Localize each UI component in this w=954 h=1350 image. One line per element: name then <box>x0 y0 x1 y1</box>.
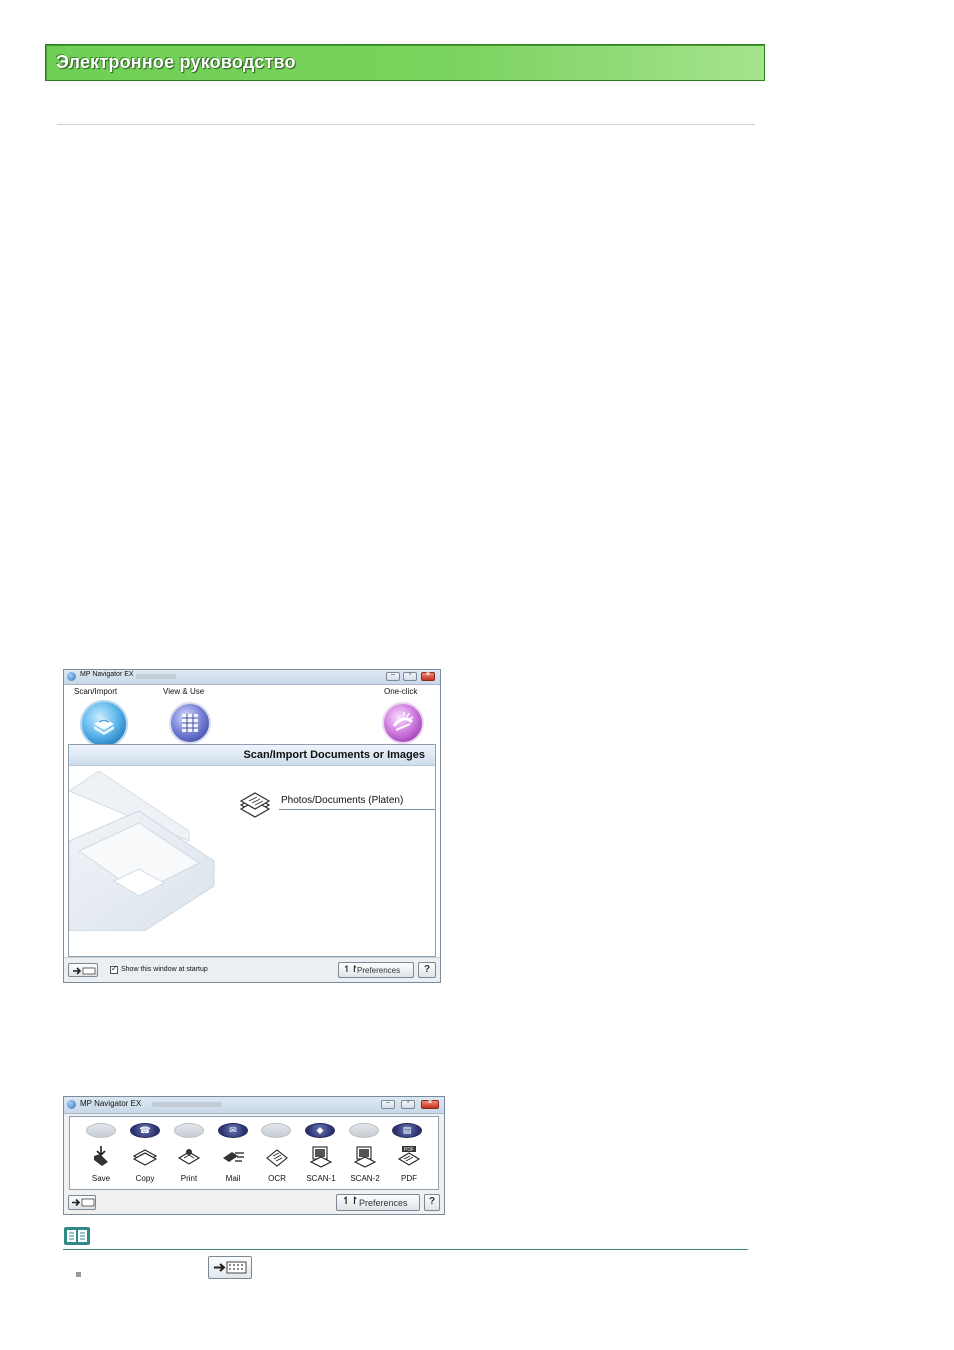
window-titlebar[interactable]: MP Navigator EX – ▫ × <box>64 670 440 685</box>
window-bottom-bar: ↿↾ Preferences ? <box>64 1192 444 1214</box>
panel-header: Scan/Import Documents or Images <box>69 745 435 766</box>
mail-icon[interactable] <box>220 1144 246 1168</box>
preferences-button[interactable]: ↿↾ Preferences <box>336 1194 420 1211</box>
help-button[interactable]: ? <box>418 962 436 978</box>
maximize-button[interactable]: ▫ <box>401 1099 415 1109</box>
fn-label-ocr: OCR <box>268 1174 286 1183</box>
arrow-keyboard-icon <box>214 1261 247 1274</box>
tab-view-use[interactable]: View & Use <box>163 687 204 696</box>
window-titlebar[interactable]: MP Navigator EX – ▫ × <box>64 1097 444 1114</box>
tab-scan-import[interactable]: Scan/Import <box>74 687 117 696</box>
window-title: MP Navigator EX <box>80 1099 142 1108</box>
photos-documents-link[interactable]: Photos/Documents (Platen) <box>281 795 403 806</box>
page-title: Электронное руководство <box>56 52 296 72</box>
fn-label-scan1: SCAN-1 <box>306 1174 336 1183</box>
mail-indicator-icon: ✉ <box>218 1123 248 1138</box>
save-icon[interactable] <box>88 1144 114 1168</box>
scan1-icon[interactable] <box>308 1144 334 1168</box>
window-bottom-bar: ✓ Show this window at startup ↿↾ Prefere… <box>64 957 440 982</box>
note-book-icon <box>64 1227 90 1245</box>
startup-checkbox[interactable]: ✓ <box>110 964 118 974</box>
fn-label-mail: Mail <box>225 1174 241 1183</box>
item-underline <box>279 809 435 810</box>
help-button[interactable]: ? <box>424 1194 440 1211</box>
header-banner: Электронное руководство <box>45 44 765 81</box>
scanner-illustration <box>69 771 215 931</box>
copy-indicator-icon: ☎ <box>130 1123 160 1138</box>
arrow-keyboard-icon <box>72 1198 95 1207</box>
scan2-icon[interactable] <box>352 1144 378 1168</box>
status-indicator <box>174 1123 204 1138</box>
status-indicator <box>86 1123 116 1138</box>
note-divider <box>63 1249 748 1250</box>
mp-navigator-one-click-window: MP Navigator EX – ▫ × ☎ ✉ ◆ ▤ PDF Save C… <box>63 1096 445 1215</box>
pdf-indicator-icon: ▤ <box>392 1123 422 1138</box>
blurred-text <box>136 674 176 679</box>
list-bullet <box>76 1272 81 1277</box>
preferences-button[interactable]: ↿↾ Preferences <box>338 962 414 978</box>
divider <box>57 124 755 125</box>
status-indicator <box>261 1123 291 1138</box>
mode-switch-button[interactable] <box>68 963 98 977</box>
close-button[interactable]: × <box>421 1099 439 1109</box>
function-panel: ☎ ✉ ◆ ▤ PDF Save Copy Print Mail OCR SCA… <box>69 1116 439 1190</box>
status-indicator <box>349 1123 379 1138</box>
one-click-icon[interactable] <box>382 702 424 744</box>
help-icon: ? <box>428 1196 436 1207</box>
fn-label-copy: Copy <box>135 1174 155 1183</box>
help-icon: ? <box>423 964 431 975</box>
grid-icon[interactable] <box>169 702 211 744</box>
panel-title: Scan/Import Documents or Images <box>243 749 425 761</box>
maximize-button[interactable]: ▫ <box>403 671 417 681</box>
pdf-icon[interactable]: PDF <box>396 1144 422 1168</box>
fn-label-pdf: PDF <box>401 1174 417 1183</box>
app-icon <box>67 672 76 681</box>
fn-label-save: Save <box>91 1174 111 1183</box>
close-button[interactable]: × <box>421 671 435 681</box>
fn-label-print: Print <box>180 1174 198 1183</box>
copy-icon[interactable] <box>132 1144 158 1168</box>
ocr-icon[interactable] <box>264 1144 290 1168</box>
minimize-button[interactable]: – <box>386 671 400 681</box>
scanner-icon[interactable] <box>80 700 128 748</box>
svg-text:PDF: PDF <box>404 1147 414 1153</box>
preferences-icon: ↿↾ <box>342 1196 359 1207</box>
tab-one-click[interactable]: One-click <box>384 687 417 696</box>
preferences-icon: ↿↾ <box>343 964 359 974</box>
scan-indicator-icon: ◆ <box>305 1123 335 1138</box>
arrow-keyboard-icon <box>73 967 96 975</box>
window-title: MP Navigator EX <box>80 671 134 678</box>
mode-switch-button-image <box>208 1256 252 1279</box>
startup-checkbox-label: Show this window at startup <box>121 966 208 973</box>
print-icon[interactable] <box>176 1144 202 1168</box>
minimize-button[interactable]: – <box>381 1099 395 1109</box>
mode-switch-button[interactable] <box>68 1195 96 1210</box>
app-icon <box>67 1100 76 1109</box>
fn-label-scan2: SCAN-2 <box>350 1174 380 1183</box>
scan-import-panel: Scan/Import Documents or Images Photos/D… <box>68 744 436 957</box>
blurred-text <box>152 1102 222 1107</box>
photos-documents-icon[interactable] <box>237 787 273 823</box>
mp-navigator-main-window: MP Navigator EX – ▫ × Scan/Import View &… <box>63 669 441 983</box>
